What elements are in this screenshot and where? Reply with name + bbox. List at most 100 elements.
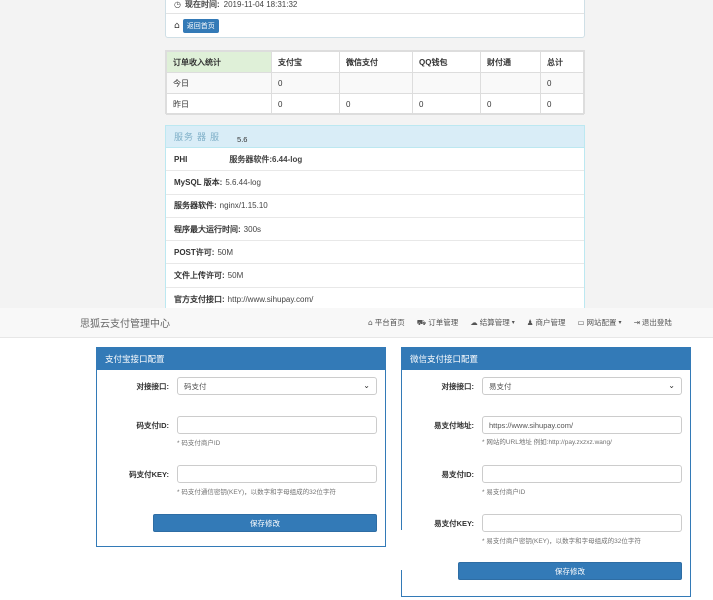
server-title-left: 服务 (174, 132, 195, 142)
alipay-panel-title: 支付宝接口配置 (97, 348, 385, 370)
time-label: 现在时间: (184, 0, 220, 9)
alipay-key-label: 码支付KEY: (129, 470, 169, 479)
orders-header-cell: 总计 (540, 51, 584, 73)
wechat-panel-title: 微信支付接口配置 (402, 348, 690, 370)
orders-header-cell: 财付通 (480, 51, 541, 73)
table-cell: 0 (540, 93, 584, 115)
alipay-id-input[interactable] (177, 416, 377, 434)
orders-header-row: 订单收入统计 支付宝 微信支付 QQ钱包 财付通 总计 (166, 51, 584, 73)
server-row-key: PHI (174, 154, 188, 164)
cloud-icon: ☁ (470, 318, 478, 327)
server-row: PHI 服务器软件:6.44-log (166, 148, 584, 172)
table-cell: 今日 (166, 72, 272, 94)
table-cell (412, 72, 481, 94)
nav-item-logout[interactable]: ⇥ 退出登陆 (634, 317, 672, 328)
table-row: 昨日 0 0 0 0 0 (166, 93, 584, 115)
wechat-url-help: * 网站的URL地址 例如:http://pay.zxzxz.wang/ (482, 439, 612, 446)
nav-item-orders[interactable]: ⛟ 订单管理 (417, 317, 458, 328)
alipay-interface-select[interactable]: 码支付 ⌄ (177, 377, 377, 395)
back-home-button[interactable]: 返回首页 (182, 18, 219, 33)
server-row-key: 程序最大运行时间: (174, 224, 241, 234)
table-cell (480, 72, 541, 94)
wechat-url-input[interactable]: https://www.sihupay.com/ (482, 416, 682, 434)
server-row-value: 服务器软件:6.44-log (229, 154, 303, 164)
nav-item-label: 退出登陆 (641, 318, 672, 327)
chevron-down-icon: ⌄ (668, 381, 675, 390)
alipay-interface-value: 码支付 (184, 381, 207, 391)
server-panel-header: 服务 器 服 5.6 (166, 126, 584, 148)
alipay-key-help: * 码支付通信密钥(KEY)，以数字和字母组成的32位字符 (177, 489, 336, 496)
orders-header-cell: 微信支付 (339, 51, 413, 73)
server-row: 文件上传许可: 50M (166, 264, 584, 288)
top-navbar: 思狐云支付管理中心 ⌂ 平台首页 ⛟ 订单管理 ☁ 结算管理 ▾ ♟ 商户管理 … (0, 308, 713, 338)
alipay-save-button[interactable]: 保存修改 (153, 514, 377, 532)
monitor-icon: ▭ (577, 318, 585, 327)
cart-icon: ⛟ (416, 317, 427, 327)
wechat-interface-select[interactable]: 易支付 ⌄ (482, 377, 682, 395)
alipay-interface-label: 对接接口: (136, 382, 170, 391)
server-row-value: http://www.sihupay.com/ (227, 294, 314, 304)
wechat-id-input[interactable] (482, 465, 682, 483)
table-cell: 0 (339, 93, 413, 115)
logout-icon: ⇥ (633, 318, 640, 327)
server-row: POST许可: 50M (166, 241, 584, 265)
wechat-key-label: 易支付KEY: (434, 519, 474, 528)
orders-panel: 订单收入统计 支付宝 微信支付 QQ钱包 财付通 总计 今日 0 0 昨日 0 … (165, 50, 585, 115)
table-row: 今日 0 0 (166, 72, 584, 94)
redaction-patch (388, 530, 458, 570)
time-value: 2019-11-04 18:31:32 (223, 0, 298, 9)
wechat-key-input[interactable] (482, 514, 682, 532)
user-icon: ♟ (526, 318, 534, 327)
server-row-key: MySQL 版本: (174, 177, 223, 187)
orders-table: 订单收入统计 支付宝 微信支付 QQ钱包 财付通 总计 今日 0 0 昨日 0 … (166, 51, 584, 115)
home-icon: ⌂ (368, 318, 373, 327)
nav-item-label: 结算管理 (479, 318, 510, 327)
nav-item-settlement[interactable]: ☁ 结算管理 ▾ (470, 317, 515, 328)
server-row-value: nginx/1.15.10 (219, 201, 268, 211)
table-cell (339, 72, 413, 94)
table-cell: 0 (271, 72, 340, 94)
nav-item-merchants[interactable]: ♟ 商户管理 (527, 317, 566, 328)
server-row: MySQL 版本: 5.6.44-log (166, 171, 584, 195)
redaction-mark (190, 155, 227, 164)
alipay-config-panel: 支付宝接口配置 对接接口: 码支付 ⌄ 码支付ID: * 码支付商户ID 码支付… (96, 347, 386, 547)
server-row-key: 服务器软件: (174, 201, 217, 211)
table-cell: 0 (412, 93, 481, 115)
server-row-key: 文件上传许可: (174, 271, 225, 281)
nav-menu: ⌂ 平台首页 ⛟ 订单管理 ☁ 结算管理 ▾ ♟ 商户管理 ▭ 网站配置 ▾ ⇥… (368, 317, 672, 328)
wechat-id-label: 易支付ID: (441, 470, 475, 479)
time-panel: ◷ 现在时间: 2019-11-04 18:31:32 ⌂ 返回首页 (165, 0, 585, 38)
nav-item-label: 订单管理 (428, 318, 459, 327)
time-row: ◷ 现在时间: 2019-11-04 18:31:32 (166, 0, 584, 13)
brand-title[interactable]: 思狐云支付管理中心 (80, 315, 170, 330)
wechat-save-button[interactable]: 保存修改 (458, 562, 682, 580)
nav-item-home[interactable]: ⌂ 平台首页 (368, 317, 405, 328)
nav-item-site-config[interactable]: ▭ 网站配置 ▾ (577, 317, 621, 328)
caret-down-icon: ▾ (511, 319, 515, 326)
table-cell: 0 (480, 93, 541, 115)
wechat-interface-value: 易支付 (489, 381, 512, 391)
server-row-value: 50M (217, 247, 234, 257)
chevron-down-icon: ⌄ (363, 381, 370, 390)
table-cell: 0 (540, 72, 584, 94)
table-cell: 0 (271, 93, 340, 115)
clock-icon: ◷ (174, 0, 181, 9)
server-row: 服务器软件: nginx/1.15.10 (166, 195, 584, 218)
alipay-id-label: 码支付ID: (136, 421, 170, 430)
table-cell: 昨日 (166, 93, 272, 115)
wechat-key-help: * 易支付商户密钥(KEY)，以数字和字母组成的32位字符 (482, 538, 641, 545)
alipay-key-input[interactable] (177, 465, 377, 483)
server-info-panel: 服务 器 服 5.6 PHI 服务器软件:6.44-log MySQL 版本: … (165, 125, 585, 315)
server-title-version: 5.6 (237, 135, 248, 144)
alipay-id-help: * 码支付商户ID (177, 440, 221, 447)
server-row-value: 300s (243, 224, 262, 234)
home-row: ⌂ 返回首页 (166, 13, 584, 37)
server-row-key: 官方支付接口: (174, 294, 225, 304)
nav-item-label: 平台首页 (374, 318, 405, 327)
nav-item-label: 网站配置 (586, 318, 617, 327)
server-row: 程序最大运行时间: 300s (166, 218, 584, 242)
server-row-key: POST许可: (174, 247, 215, 257)
home-icon: ⌂ (174, 20, 180, 31)
orders-header-cell: 支付宝 (271, 51, 340, 73)
wechat-interface-label: 对接接口: (441, 382, 475, 391)
